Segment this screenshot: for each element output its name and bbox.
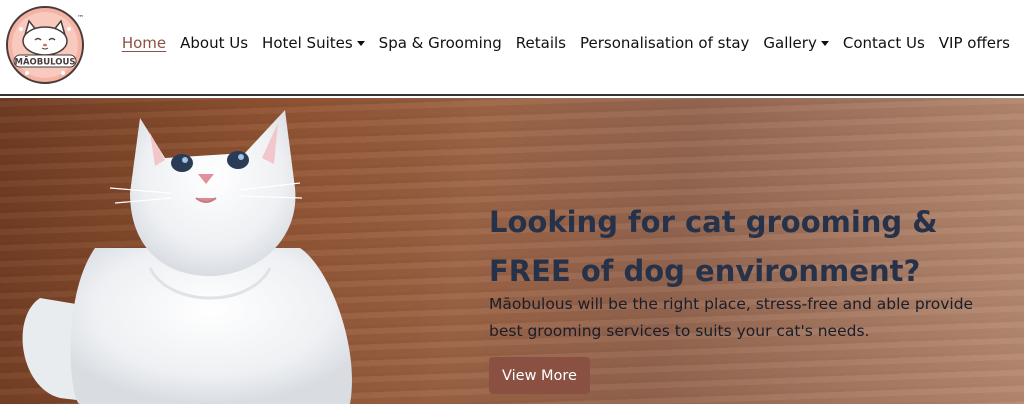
nav-item-hotel-suites-label: Hotel Suites: [262, 34, 353, 52]
white-cat-image: [22, 110, 352, 404]
main-nav: Home About Us Hotel Suites Spa & Groomin…: [122, 34, 1010, 52]
nav-item-personalisation[interactable]: Personalisation of stay: [580, 34, 749, 52]
nav-item-hotel-suites[interactable]: Hotel Suites: [262, 34, 365, 52]
nav-item-spa-grooming[interactable]: Spa & Grooming: [379, 34, 502, 52]
nav-item-gallery[interactable]: Gallery: [763, 34, 829, 52]
caret-down-icon: [820, 40, 829, 46]
hero-banner: Looking for cat grooming & FREE of dog e…: [0, 98, 1024, 404]
caret-down-icon: [356, 40, 365, 46]
trademark-mark: ™: [77, 14, 84, 22]
brand-logo[interactable]: MĀOBULOUS: [5, 5, 85, 85]
hero-title: Looking for cat grooming & FREE of dog e…: [489, 205, 938, 288]
nav-item-gallery-label: Gallery: [763, 34, 817, 52]
view-more-button[interactable]: View More: [489, 357, 590, 394]
nav-item-about-us[interactable]: About Us: [180, 34, 248, 52]
logo-text: MĀOBULOUS: [14, 57, 75, 68]
nav-item-vip-offers[interactable]: VIP offers: [939, 34, 1010, 52]
nav-item-retails[interactable]: Retails: [516, 34, 566, 52]
nav-item-contact-us[interactable]: Contact Us: [843, 34, 925, 52]
nav-item-home[interactable]: Home: [122, 34, 166, 52]
hero-description: Māobulous will be the right place, stres…: [489, 295, 974, 340]
top-navbar: MĀOBULOUS ™ Home About Us Hotel Suites S…: [0, 0, 1024, 96]
